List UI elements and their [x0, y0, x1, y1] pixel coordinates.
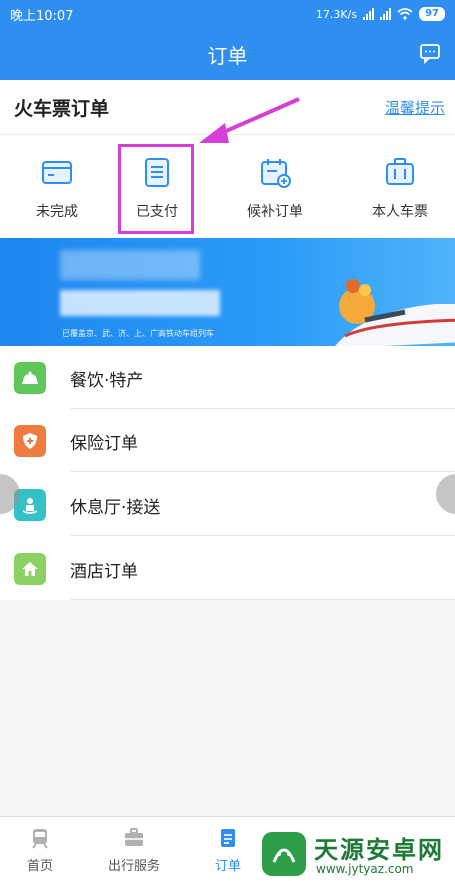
- watermark-title: 天源安卓网: [314, 836, 444, 864]
- service-insurance[interactable]: 保险订单: [0, 409, 455, 472]
- watermark-logo-icon: [262, 832, 306, 876]
- highlight-box: [118, 144, 194, 234]
- app-header: 晚上10:07 17.3K/s 97 订单: [0, 0, 455, 80]
- watermark-url: www.jytyaz.com: [316, 862, 414, 876]
- order-icon: [221, 829, 235, 847]
- signal-icon-2: [380, 8, 392, 20]
- battery-icon: 97: [419, 7, 445, 21]
- message-icon[interactable]: [419, 42, 441, 64]
- banner-headline-blur: [60, 250, 200, 280]
- divider: [70, 599, 455, 600]
- tab-label: 出行服务: [107, 859, 160, 874]
- briefcase-icon: [125, 828, 143, 846]
- service-label: 餐饮·特产: [70, 371, 144, 391]
- service-catering[interactable]: 餐饮·特产: [0, 346, 455, 409]
- suitcase-icon: [386, 158, 414, 185]
- wifi-icon: [397, 8, 413, 20]
- service-label: 休息厅·接送: [70, 498, 161, 518]
- site-watermark: 天源安卓网 www.jytyaz.com: [256, 826, 455, 881]
- tab-home[interactable]: 首页: [0, 817, 90, 881]
- banner-caption: 已覆盖京、武、济、上、广高铁动车组列车: [62, 329, 214, 338]
- tab-travel-service[interactable]: 出行服务: [84, 817, 184, 881]
- quick-label: 未完成: [36, 204, 78, 220]
- page-title: 订单: [207, 44, 248, 68]
- divider: [70, 535, 455, 536]
- calendar-add-icon: [261, 159, 291, 188]
- network-speed: 17.3K/s: [315, 7, 358, 21]
- train-icon: [32, 829, 48, 849]
- services-list: 餐饮·特产 保险订单 休息厅·接送 酒店订单: [0, 346, 455, 600]
- tab-label: 首页: [26, 859, 53, 874]
- promo-banner[interactable]: 已覆盖京、武、济、上、广高铁动车组列车 广告: [0, 238, 455, 346]
- status-bar: 晚上10:07 17.3K/s 97: [10, 4, 445, 24]
- bell-icon: [14, 362, 46, 394]
- quick-own-ticket[interactable]: 本人车票: [343, 135, 455, 239]
- card-icon: [42, 161, 72, 184]
- status-time: 晚上10:07: [10, 8, 74, 24]
- divider: [70, 471, 455, 472]
- section-title: 火车票订单: [14, 98, 110, 120]
- tips-link[interactable]: 温馨提示: [385, 97, 445, 118]
- train-illustration: [335, 279, 455, 346]
- service-hotel[interactable]: 酒店订单: [0, 537, 455, 600]
- quick-waitlist[interactable]: 候补订单: [218, 135, 332, 239]
- banner-subline-blur: [60, 290, 220, 316]
- quick-label: 候补订单: [247, 204, 303, 220]
- annotation-arrow: [199, 97, 300, 143]
- hotel-icon: [14, 553, 46, 585]
- service-label: 酒店订单: [70, 562, 138, 582]
- signal-icon: [363, 8, 375, 20]
- service-lounge[interactable]: 休息厅·接送: [0, 473, 455, 536]
- quick-unfinished[interactable]: 未完成: [0, 135, 114, 239]
- quick-label: 本人车票: [372, 204, 428, 220]
- shield-icon: [14, 425, 46, 457]
- service-label: 保险订单: [70, 434, 138, 454]
